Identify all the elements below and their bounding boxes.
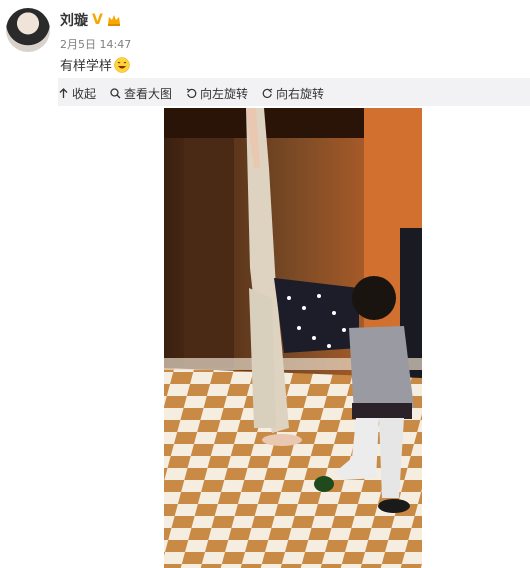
verified-badge-icon: V — [92, 12, 103, 28]
post-timestamp[interactable]: 2月5日 14:47 — [60, 36, 131, 52]
rotate-left-icon — [186, 87, 197, 98]
rotate-left-button[interactable]: 向左旋转 — [186, 85, 248, 102]
rotate-right-icon — [262, 87, 273, 98]
crown-icon — [107, 15, 120, 26]
collapse-label: 收起 — [72, 86, 97, 101]
author-row: 刘璇 V — [60, 10, 121, 30]
post-content: 有样学样 — [60, 55, 130, 74]
post-text: 有样学样 — [60, 59, 113, 74]
avatar[interactable] — [6, 8, 50, 52]
collapse-icon — [59, 87, 68, 98]
rotate-left-label: 向左旋转 — [200, 86, 249, 101]
view-large-button[interactable]: 查看大图 — [110, 85, 172, 102]
photo-image — [164, 108, 422, 568]
laughing-emoji-icon — [114, 56, 130, 73]
author-name[interactable]: 刘璇 — [60, 10, 88, 30]
rotate-right-button[interactable]: 向右旋转 — [262, 85, 324, 102]
rotate-right-label: 向右旋转 — [276, 86, 325, 101]
post-photo[interactable] — [164, 108, 422, 568]
media-toolbar: 收起 查看大图 向左旋转 向右旋转 — [58, 83, 324, 103]
view-large-label: 查看大图 — [124, 86, 173, 101]
collapse-button[interactable]: 收起 — [58, 85, 96, 102]
search-icon — [110, 87, 121, 98]
